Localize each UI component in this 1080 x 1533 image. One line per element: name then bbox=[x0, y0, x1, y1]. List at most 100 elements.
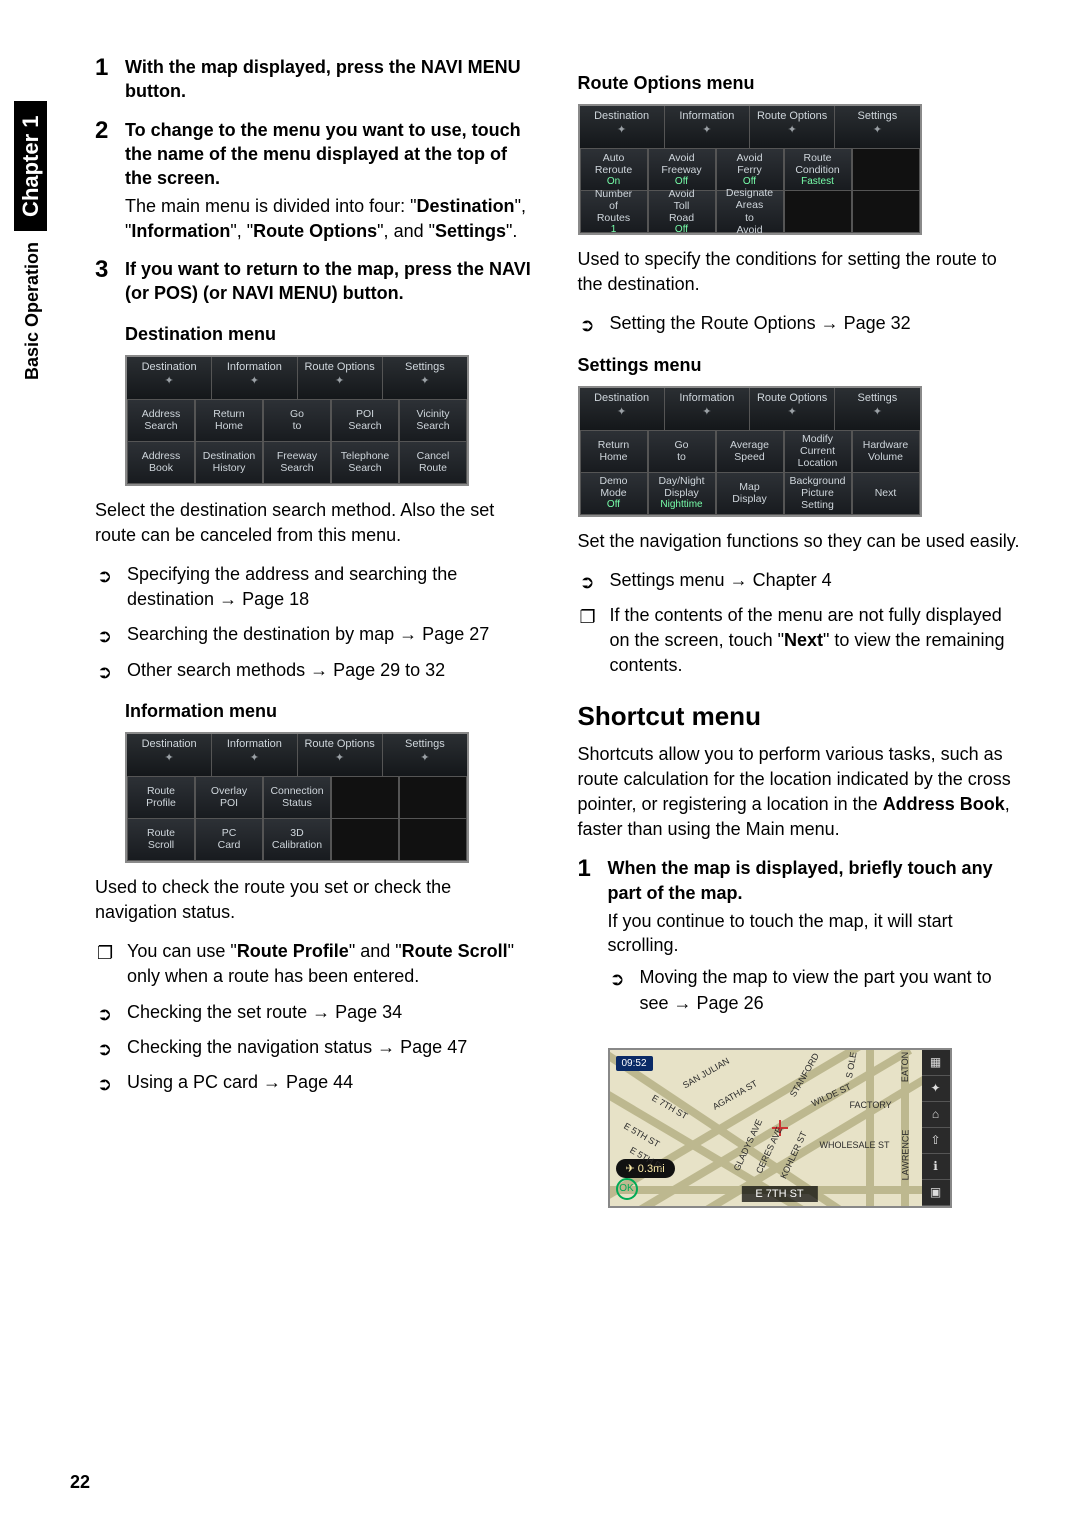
menu-cell[interactable]: BackgroundPictureSetting bbox=[784, 473, 852, 515]
menu-cell[interactable]: Next bbox=[852, 473, 920, 515]
menu-tab[interactable]: Settings✦ bbox=[383, 357, 467, 399]
menu-cell[interactable]: Day/NightDisplayNighttime bbox=[648, 473, 716, 515]
ref-item: ❐If the contents of the menu are not ful… bbox=[578, 603, 1021, 679]
map-side-btn[interactable]: ✦ bbox=[922, 1076, 950, 1102]
menu-tab[interactable]: Route Options✦ bbox=[750, 388, 835, 430]
menu-cell[interactable]: NumberofRoutes1 bbox=[580, 191, 648, 233]
menu-cell[interactable]: ReturnHome bbox=[195, 400, 263, 442]
right-column: Route Options menu Destination✦Informati… bbox=[578, 55, 1021, 1208]
menu-tab[interactable]: Route Options✦ bbox=[298, 734, 383, 776]
shortcut-ref: ➲ Moving the map to view the part you wa… bbox=[608, 965, 1021, 1015]
route-options-menu-refs: ➲Setting the Route Options → Page 32 bbox=[578, 311, 1021, 336]
settings-menu-caption: Set the navigation functions so they can… bbox=[578, 529, 1021, 554]
destination-menu-refs: ➲Specifying the address and searching th… bbox=[95, 562, 538, 683]
information-menu-title: Information menu bbox=[125, 701, 538, 722]
menu-tab[interactable]: Destination✦ bbox=[580, 106, 665, 148]
map-side-btn[interactable]: ▣ bbox=[922, 1180, 950, 1206]
menu-cell bbox=[784, 191, 852, 233]
step-3: 3 If you want to return to the map, pres… bbox=[95, 257, 538, 306]
menu-cell[interactable]: PCCard bbox=[195, 819, 263, 861]
menu-cell[interactable]: CancelRoute bbox=[399, 442, 467, 484]
step-3-lead: If you want to return to the map, press … bbox=[125, 259, 531, 303]
map-side-btn[interactable]: ⌂ bbox=[922, 1102, 950, 1128]
ref-item: ➲Checking the set route → Page 34 bbox=[95, 1000, 538, 1025]
menu-tab[interactable]: Settings✦ bbox=[835, 388, 919, 430]
menu-cell[interactable]: AvoidTollRoadOff bbox=[648, 191, 716, 233]
menu-tab[interactable]: Information✦ bbox=[665, 106, 750, 148]
page-number: 22 bbox=[70, 1472, 90, 1493]
ref-item: ➲Setting the Route Options → Page 32 bbox=[578, 311, 1021, 336]
settings-menu-refs: ➲Settings menu → Chapter 4 ❐If the conten… bbox=[578, 568, 1021, 679]
information-menu-refs: ❐You can use "Route Profile" and "Route … bbox=[95, 939, 538, 1095]
ref-item: ➲Other search methods → Page 29 to 32 bbox=[95, 658, 538, 683]
menu-tab[interactable]: Route Options✦ bbox=[750, 106, 835, 148]
menu-cell[interactable]: 3DCalibration bbox=[263, 819, 331, 861]
menu-cell bbox=[399, 777, 467, 819]
ref-item: ➲Settings menu → Chapter 4 bbox=[578, 568, 1021, 593]
route-options-menu-screenshot: Destination✦Information✦Route Options✦Se… bbox=[578, 104, 922, 235]
menu-cell[interactable]: HardwareVolume bbox=[852, 431, 920, 473]
menu-cell[interactable]: AverageSpeed bbox=[716, 431, 784, 473]
menu-tab[interactable]: Destination✦ bbox=[580, 388, 665, 430]
settings-menu-title: Settings menu bbox=[578, 355, 1021, 376]
menu-cell[interactable]: ModifyCurrentLocation bbox=[784, 431, 852, 473]
menu-cell[interactable]: POISearch bbox=[331, 400, 399, 442]
destination-menu-caption: Select the destination search method. Al… bbox=[95, 498, 538, 548]
menu-cell[interactable]: ReturnHome bbox=[580, 431, 648, 473]
shortcut-intro: Shortcuts allow you to perform various t… bbox=[578, 742, 1021, 843]
map-side-btn[interactable]: ▦ bbox=[922, 1050, 950, 1076]
menu-cell[interactable]: Goto bbox=[263, 400, 331, 442]
ref-item: ❐You can use "Route Profile" and "Route … bbox=[95, 939, 538, 989]
map-screenshot: 09:52 ✈ 0.3mi OK E 7TH ST ▦ ✦ ⌂ ⇧ ℹ ▣ SA… bbox=[608, 1048, 952, 1208]
left-column: 1 With the map displayed, press the NAVI… bbox=[95, 55, 538, 1208]
menu-cell[interactable]: RouteScroll bbox=[127, 819, 195, 861]
menu-tab[interactable]: Route Options✦ bbox=[298, 357, 383, 399]
map-side-btn[interactable]: ℹ bbox=[922, 1154, 950, 1180]
route-options-menu-title: Route Options menu bbox=[578, 73, 1021, 94]
map-side-btn[interactable]: ⇧ bbox=[922, 1128, 950, 1154]
side-section: Basic Operation bbox=[22, 242, 42, 380]
step-1-lead: With the map displayed, press the NAVI M… bbox=[125, 57, 521, 101]
map-side-buttons: ▦ ✦ ⌂ ⇧ ℹ ▣ bbox=[922, 1050, 950, 1206]
menu-cell[interactable]: AvoidFerryOff bbox=[716, 149, 784, 191]
menu-tab[interactable]: Information✦ bbox=[665, 388, 750, 430]
information-menu-screenshot: Destination✦Information✦Route Options✦Se… bbox=[125, 732, 469, 863]
menu-cell[interactable]: AutoRerouteOn bbox=[580, 149, 648, 191]
menu-cell[interactable]: DestinationHistory bbox=[195, 442, 263, 484]
menu-cell bbox=[852, 191, 920, 233]
menu-cell[interactable]: MapDisplay bbox=[716, 473, 784, 515]
menu-cell[interactable]: DesignateAreastoAvoid bbox=[716, 191, 784, 233]
menu-cell[interactable]: OverlayPOI bbox=[195, 777, 263, 819]
side-chapter: Chapter 1 bbox=[14, 101, 47, 230]
shortcut-step-1: 1 When the map is displayed, briefly tou… bbox=[578, 856, 1021, 1034]
destination-menu-screenshot: Destination✦Information✦Route Options✦Se… bbox=[125, 355, 469, 486]
menu-cell[interactable]: TelephoneSearch bbox=[331, 442, 399, 484]
shortcut-heading: Shortcut menu bbox=[578, 701, 1021, 732]
menu-cell[interactable]: FreewaySearch bbox=[263, 442, 331, 484]
step-2-detail: The main menu is divided into four: "Des… bbox=[125, 194, 538, 243]
menu-cell[interactable]: ConnectionStatus bbox=[263, 777, 331, 819]
route-options-menu-caption: Used to specify the conditions for setti… bbox=[578, 247, 1021, 297]
step-1: 1 With the map displayed, press the NAVI… bbox=[95, 55, 538, 104]
information-menu-caption: Used to check the route you set or check… bbox=[95, 875, 538, 925]
menu-cell[interactable]: AddressSearch bbox=[127, 400, 195, 442]
destination-menu-title: Destination menu bbox=[125, 324, 538, 345]
menu-tab[interactable]: Destination✦ bbox=[127, 357, 212, 399]
menu-cell[interactable]: RouteProfile bbox=[127, 777, 195, 819]
ref-item: ➲Checking the navigation status → Page 4… bbox=[95, 1035, 538, 1060]
menu-cell[interactable]: VicinitySearch bbox=[399, 400, 467, 442]
menu-cell[interactable]: Goto bbox=[648, 431, 716, 473]
map-bottom-street: E 7TH ST bbox=[741, 1186, 817, 1202]
menu-cell[interactable]: AddressBook bbox=[127, 442, 195, 484]
menu-tab[interactable]: Settings✦ bbox=[383, 734, 467, 776]
map-time: 09:52 bbox=[616, 1056, 653, 1071]
menu-tab[interactable]: Information✦ bbox=[212, 734, 297, 776]
menu-cell[interactable]: RouteConditionFastest bbox=[784, 149, 852, 191]
menu-cell[interactable]: AvoidFreewayOff bbox=[648, 149, 716, 191]
menu-tab[interactable]: Information✦ bbox=[212, 357, 297, 399]
menu-cell bbox=[852, 149, 920, 191]
ref-item: ➲Specifying the address and searching th… bbox=[95, 562, 538, 612]
menu-cell[interactable]: DemoModeOff bbox=[580, 473, 648, 515]
menu-tab[interactable]: Destination✦ bbox=[127, 734, 212, 776]
menu-tab[interactable]: Settings✦ bbox=[835, 106, 919, 148]
